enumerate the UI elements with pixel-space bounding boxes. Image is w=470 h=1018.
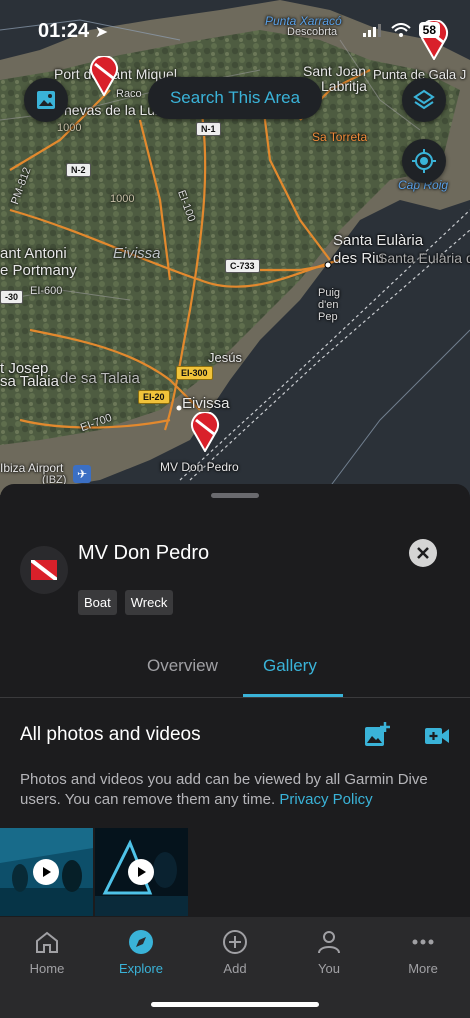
site-title: MV Don Pedro (78, 542, 210, 564)
add-video-icon[interactable] (424, 724, 450, 748)
road-label: EI-600 (30, 285, 63, 297)
tag-boat: Boat (78, 590, 117, 615)
gallery-description: Photos and videos you add can be viewed … (20, 770, 450, 810)
home-indicator (151, 1002, 319, 1007)
privacy-policy-link[interactable]: Privacy Policy (279, 791, 372, 808)
search-this-area-button[interactable]: Search This Area (148, 77, 322, 119)
dive-flag-icon (31, 560, 57, 580)
map-label: Labritja (321, 78, 367, 94)
cellular-signal-icon (362, 24, 381, 37)
status-icons: 58 (362, 22, 440, 38)
wifi-icon (390, 23, 411, 37)
location-arrow-icon: ➤ (94, 24, 109, 41)
map-label: des Riu (333, 250, 384, 267)
map-label: Puig d'en Pep (318, 287, 341, 323)
road-shield: -30 (0, 290, 24, 304)
map-label: nevas de la Luz (64, 102, 163, 118)
active-tab-indicator (243, 694, 343, 697)
play-icon (33, 859, 59, 885)
person-icon (318, 931, 340, 954)
map-label: e Portmany (0, 262, 77, 279)
more-dots-icon (412, 939, 434, 945)
nav-explore-label: Explore (118, 961, 164, 976)
close-icon (417, 547, 429, 559)
map-layers-button[interactable] (402, 78, 446, 122)
gallery-title: All photos and videos (20, 724, 201, 745)
tag-wreck: Wreck (124, 590, 174, 615)
tab-overview[interactable]: Overview (147, 656, 218, 676)
layers-icon (413, 89, 435, 110)
image-icon (37, 91, 55, 109)
nav-you[interactable]: You (289, 929, 369, 976)
map-label-site: MV Don Pedro (160, 460, 239, 474)
add-circle-icon (223, 930, 247, 954)
road-shield: EI-20 (138, 390, 170, 404)
site-tabs: Overview Gallery (0, 644, 470, 698)
road-shield: N-1 (196, 122, 221, 136)
airport-icon: ✈ (73, 465, 91, 483)
map-view[interactable]: Punta Xarracó Descobrta Port de Sant Miq… (0, 0, 470, 500)
map-label: Sant Joan (303, 63, 367, 79)
nav-more[interactable]: More (383, 929, 463, 976)
map-label: Ibiza Airport (0, 461, 64, 475)
nav-home[interactable]: Home (7, 929, 87, 976)
add-photo-icon[interactable] (364, 722, 390, 748)
nav-explore[interactable]: Explore (101, 929, 181, 976)
map-label: Descobrta (287, 26, 338, 38)
photo-gallery-map-button[interactable] (24, 78, 68, 122)
selected-dive-site-pin[interactable] (190, 412, 220, 452)
battery-icon: 58 (418, 22, 440, 38)
nav-more-label: More (408, 961, 438, 976)
map-label: de sa Talaia (60, 370, 140, 387)
bottom-nav: Home Explore Add You More (0, 917, 470, 1018)
map-label: Santa Eulària (333, 232, 424, 249)
close-button[interactable] (409, 539, 437, 567)
site-tags: Boat Wreck (78, 590, 174, 615)
map-label: Jesús (208, 350, 242, 365)
gallery-video-thumbnail[interactable] (95, 828, 188, 916)
time-text: 01:24 (38, 20, 90, 42)
tab-gallery[interactable]: Gallery (263, 656, 317, 676)
play-icon (128, 859, 154, 885)
map-label: Raco (116, 88, 142, 100)
map-label: Eivissa (113, 245, 161, 262)
road-shield: C-733 (225, 259, 260, 273)
compass-icon (129, 930, 153, 954)
gallery-video-thumbnail[interactable] (0, 828, 93, 916)
dive-flag-avatar (20, 546, 68, 594)
nav-add-label: Add (223, 961, 247, 976)
map-label: sa Talaia (0, 373, 59, 390)
nav-home-label: Home (29, 961, 65, 976)
status-time: 01:24 ➤ (38, 20, 108, 43)
nav-add[interactable]: Add (195, 929, 275, 976)
map-label: Eivissa (182, 395, 230, 412)
map-label: 1000 (110, 193, 135, 205)
nav-you-label: You (318, 961, 340, 976)
home-icon (36, 931, 58, 953)
road-shield: N-2 (66, 163, 91, 177)
map-label: 1000 (57, 122, 82, 134)
crosshair-icon (412, 149, 436, 173)
my-location-button[interactable] (402, 139, 446, 183)
map-label: Santa Eulària des Riu (378, 250, 470, 266)
map-label: Sa Torreta (312, 130, 368, 144)
road-shield: EI-300 (176, 366, 213, 380)
sheet-grabber[interactable] (211, 493, 259, 498)
dive-site-pin[interactable] (89, 56, 119, 96)
map-label: ant Antoni (0, 245, 67, 262)
